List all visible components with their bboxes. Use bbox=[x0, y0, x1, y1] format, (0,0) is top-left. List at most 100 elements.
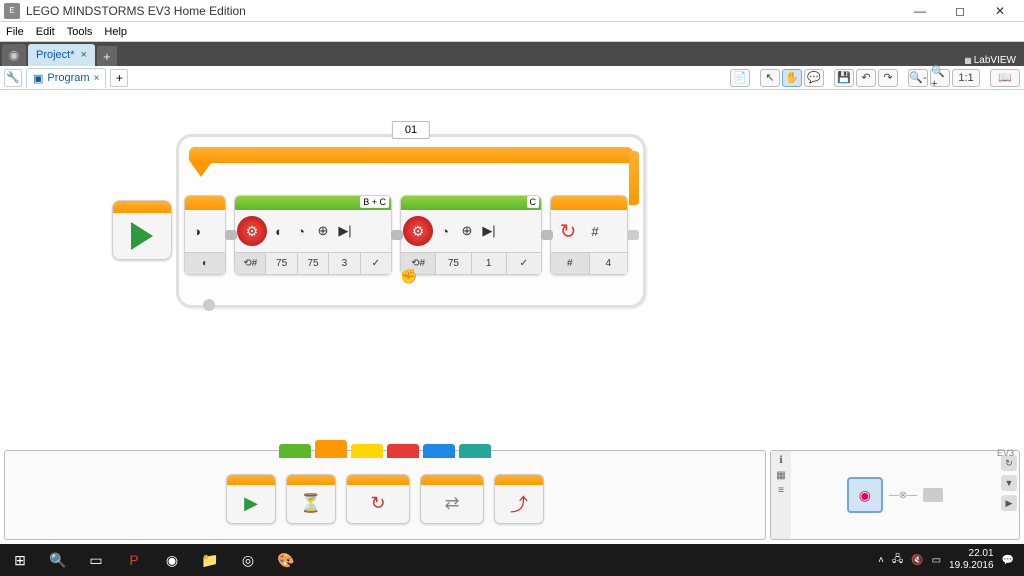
usb-icon bbox=[923, 488, 943, 502]
mode-selector[interactable]: ⟲# bbox=[235, 252, 266, 274]
program-tab-close-icon[interactable]: × bbox=[94, 73, 100, 84]
brick-icon[interactable]: ◉ bbox=[847, 477, 883, 513]
close-button[interactable]: ✕ bbox=[980, 0, 1020, 22]
palette-switch-block[interactable]: ⇄ bbox=[420, 474, 484, 524]
palette-wait-block[interactable]: ⏳ bbox=[286, 474, 336, 524]
taskbar-clock[interactable]: 22.01 19.9.2016 bbox=[949, 548, 994, 572]
project-tab-label: Project* bbox=[36, 49, 75, 61]
palette-tab-action[interactable] bbox=[279, 444, 311, 458]
project-tab[interactable]: Project* × bbox=[28, 44, 95, 66]
power-param[interactable]: 75 bbox=[436, 252, 471, 274]
brake-param[interactable]: ✓ bbox=[361, 252, 391, 274]
loop-end-block[interactable]: ↻ # # 4 bbox=[550, 195, 628, 275]
program-tab-label: Program bbox=[47, 72, 89, 84]
loop-return-arrow-icon bbox=[191, 163, 211, 177]
loop-index-label[interactable]: 01 bbox=[392, 121, 430, 139]
tray-chevron-icon[interactable]: ˄ bbox=[878, 555, 884, 566]
block-palette: ▶ ⏳ ↻ ⇄ ⤴ bbox=[4, 450, 766, 540]
loop-block[interactable]: 01 ◑ ◐ B + C ⚙ ◐ ◔ ⊕ ▶| bbox=[176, 134, 646, 308]
steering-param[interactable]: 75 bbox=[266, 252, 297, 274]
play-icon[interactable] bbox=[113, 213, 171, 259]
palette-tab-sensor[interactable] bbox=[351, 444, 383, 458]
loop-top-bar bbox=[189, 147, 633, 163]
pan-tool[interactable]: ✋ bbox=[782, 69, 802, 87]
port-label[interactable]: C bbox=[527, 196, 540, 208]
add-program-button[interactable]: + bbox=[110, 69, 128, 87]
undo-button[interactable]: ↶ bbox=[856, 69, 876, 87]
taskbar-search-icon[interactable]: 🔍 bbox=[40, 545, 76, 575]
download-button[interactable]: ▼ bbox=[1001, 475, 1017, 491]
zoom-out-button[interactable]: 🔍- bbox=[908, 69, 928, 87]
system-tray[interactable]: ˄ 🖧 🔇 ▭ 22.01 19.9.2016 💬 bbox=[870, 548, 1022, 572]
move-steering-icon: ⚙ bbox=[237, 216, 267, 246]
palette-tab-advanced[interactable] bbox=[423, 444, 455, 458]
hardware-page: ℹ ▦ ≡ ◉ —⊗— ↻ ▼ ▶ EV3 bbox=[770, 450, 1020, 540]
menu-file[interactable]: File bbox=[6, 26, 24, 38]
taskbar-powerpoint-icon[interactable]: P bbox=[116, 545, 152, 575]
taskbar-explorer-icon[interactable]: 📁 bbox=[192, 545, 228, 575]
brake-icon: ▶| bbox=[479, 218, 499, 244]
palette-tab-myblocks[interactable] bbox=[459, 444, 491, 458]
zoom-fit-button[interactable]: 1:1 bbox=[952, 69, 980, 87]
sequence-exit-plug[interactable] bbox=[627, 230, 639, 240]
maximize-button[interactable]: ◻ bbox=[940, 0, 980, 22]
minimize-button[interactable]: — bbox=[900, 0, 940, 22]
pointer-tool[interactable]: ↖ bbox=[760, 69, 780, 87]
taskbar-ev3-icon[interactable]: ◎ bbox=[230, 545, 266, 575]
wire-connector bbox=[225, 230, 237, 240]
medium-motor-icon: ⚙ bbox=[403, 216, 433, 246]
tray-notifications-icon[interactable]: 💬 bbox=[1002, 555, 1014, 566]
menu-edit[interactable]: Edit bbox=[36, 26, 55, 38]
start-button[interactable]: ⊞ bbox=[2, 545, 38, 575]
brake-param[interactable]: ✓ bbox=[507, 252, 541, 274]
tray-network-icon[interactable]: 🖧 bbox=[892, 552, 903, 569]
palette-loop-block[interactable]: ↻ bbox=[346, 474, 410, 524]
port-view-icon[interactable]: ▦ bbox=[776, 470, 785, 481]
save-button[interactable]: 💾 bbox=[834, 69, 854, 87]
brick-info-icon[interactable]: ℹ bbox=[779, 455, 783, 466]
tray-volume-icon[interactable]: 🔇 bbox=[911, 555, 923, 566]
start-block[interactable] bbox=[112, 200, 172, 260]
document-icon[interactable]: 📄 bbox=[730, 69, 750, 87]
redo-button[interactable]: ↷ bbox=[878, 69, 898, 87]
project-properties-icon[interactable]: 🔧 bbox=[4, 69, 22, 87]
loop-start-plug[interactable]: ◑ ◐ bbox=[184, 195, 226, 275]
tray-language-icon[interactable]: ▭ bbox=[932, 555, 941, 566]
rotations-param[interactable]: 3 bbox=[329, 252, 360, 274]
palette-loop-interrupt-block[interactable]: ⤴ bbox=[494, 474, 544, 524]
add-project-button[interactable]: + bbox=[97, 46, 117, 66]
ev3-label: EV3 bbox=[997, 448, 1014, 458]
program-canvas[interactable]: 01 ◑ ◐ B + C ⚙ ◐ ◔ ⊕ ▶| bbox=[0, 90, 1024, 446]
port-label[interactable]: B + C bbox=[360, 196, 389, 208]
menu-help[interactable]: Help bbox=[104, 26, 127, 38]
taskbar-paint-icon[interactable]: 🎨 bbox=[268, 545, 304, 575]
run-button[interactable]: ▶ bbox=[1001, 495, 1017, 511]
comment-tool[interactable]: 💬 bbox=[804, 69, 824, 87]
power-param[interactable]: 75 bbox=[298, 252, 329, 274]
palette-tab-flow[interactable] bbox=[315, 440, 347, 458]
available-bricks-icon[interactable]: ≡ bbox=[778, 485, 784, 496]
menu-tools[interactable]: Tools bbox=[67, 26, 93, 38]
content-editor-icon[interactable]: 📖 bbox=[990, 69, 1020, 87]
rotations-param[interactable]: 1 bbox=[472, 252, 507, 274]
project-tab-close-icon[interactable]: × bbox=[81, 49, 87, 61]
palette-start-block[interactable]: ▶ bbox=[226, 474, 276, 524]
loop-mode-selector[interactable]: # bbox=[551, 252, 590, 274]
window-title: LEGO MINDSTORMS EV3 Home Edition bbox=[26, 4, 900, 18]
palette-tab-data[interactable] bbox=[387, 444, 419, 458]
wire-connector bbox=[541, 230, 553, 240]
lobby-icon[interactable]: ◉ bbox=[2, 44, 26, 66]
medium-motor-block[interactable]: C ⚙ ◔ ⊕ ▶| ⟲# 75 1 ✓ bbox=[400, 195, 542, 275]
loop-count-param[interactable]: 4 bbox=[590, 252, 628, 274]
zoom-in-button[interactable]: 🔍+ bbox=[930, 69, 950, 87]
loop-back-arrow-icon: ↻ bbox=[553, 216, 583, 246]
mode-selector[interactable]: ⟲# bbox=[401, 252, 436, 274]
rotations-dial-icon: ⊕ bbox=[313, 218, 333, 244]
move-steering-block[interactable]: B + C ⚙ ◐ ◔ ⊕ ▶| ⟲# 75 75 3 ✓ bbox=[234, 195, 392, 275]
task-view-icon[interactable]: ▭ bbox=[78, 545, 114, 575]
program-tab[interactable]: ▣ Program × bbox=[26, 68, 106, 88]
loop-resize-handle[interactable] bbox=[203, 299, 215, 311]
bottom-panels: ▶ ⏳ ↻ ⇄ ⤴ ℹ ▦ ≡ ◉ —⊗— ↻ ▼ ▶ EV3 bbox=[0, 446, 1024, 544]
taskbar-chrome-icon[interactable]: ◉ bbox=[154, 545, 190, 575]
loop-start-socket: ◐ bbox=[185, 252, 225, 274]
